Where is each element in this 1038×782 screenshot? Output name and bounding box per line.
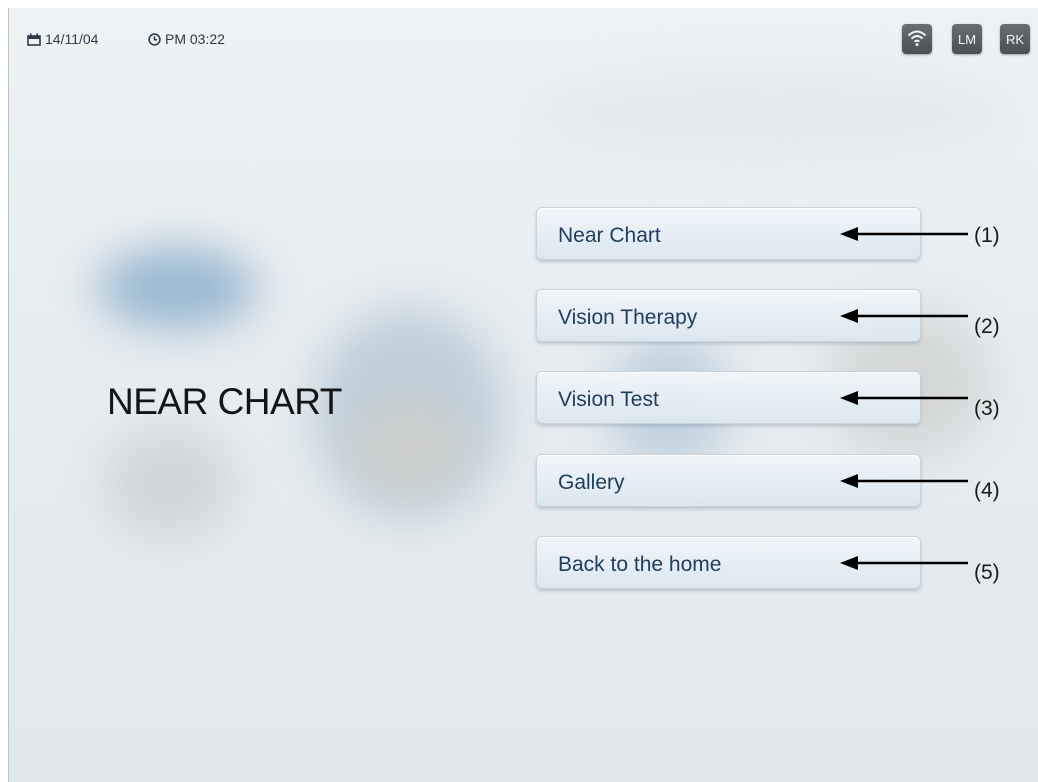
vision-therapy-label: Vision Therapy	[558, 306, 698, 329]
date-display: 14/11/04	[27, 31, 98, 47]
background-blur	[97, 248, 257, 328]
time-text: PM 03:22	[165, 31, 225, 47]
gallery-label: Gallery	[558, 471, 625, 494]
vision-test-button[interactable]: Vision Test	[536, 371, 968, 424]
near-chart-button[interactable]: Near Chart	[536, 207, 968, 260]
background-blur	[349, 398, 469, 498]
gallery-button[interactable]: Gallery	[536, 454, 968, 507]
lm-button[interactable]: LM	[952, 24, 982, 54]
arrow-left-icon	[840, 556, 968, 570]
status-bar: 14/11/04 PM 03:22 LM RK	[9, 8, 1038, 70]
page-title: NEAR CHART	[107, 381, 342, 422]
back-to-home-label: Back to the home	[558, 553, 722, 576]
wifi-icon	[907, 29, 927, 50]
callout-5: (5)	[974, 561, 1000, 584]
near-chart-label: Near Chart	[558, 224, 661, 247]
calendar-icon	[27, 33, 41, 46]
arrow-left-icon	[840, 309, 968, 323]
callout-4: (4)	[974, 479, 1000, 502]
rk-label: RK	[1005, 31, 1025, 47]
background-blur	[314, 308, 504, 518]
callout-1: (1)	[974, 224, 1000, 247]
lm-label: LM	[957, 31, 977, 47]
wifi-button[interactable]	[902, 24, 932, 54]
callout-3: (3)	[974, 397, 1000, 420]
date-text: 14/11/04	[45, 31, 99, 47]
time-display: PM 03:22	[148, 31, 225, 47]
back-to-home-button[interactable]: Back to the home	[536, 536, 968, 589]
vision-test-label: Vision Test	[558, 388, 659, 411]
background-blur	[104, 428, 234, 538]
arrow-left-icon	[840, 391, 968, 405]
clock-icon	[148, 32, 161, 46]
vision-therapy-button[interactable]: Vision Therapy	[536, 289, 968, 342]
background-blur	[529, 68, 1009, 158]
screen: 14/11/04 PM 03:22 LM RK NEAR CHART Near …	[8, 8, 1038, 782]
arrow-left-icon	[840, 474, 968, 488]
callout-2: (2)	[974, 315, 1000, 338]
arrow-left-icon	[840, 227, 968, 241]
rk-button[interactable]: RK	[1000, 24, 1030, 54]
